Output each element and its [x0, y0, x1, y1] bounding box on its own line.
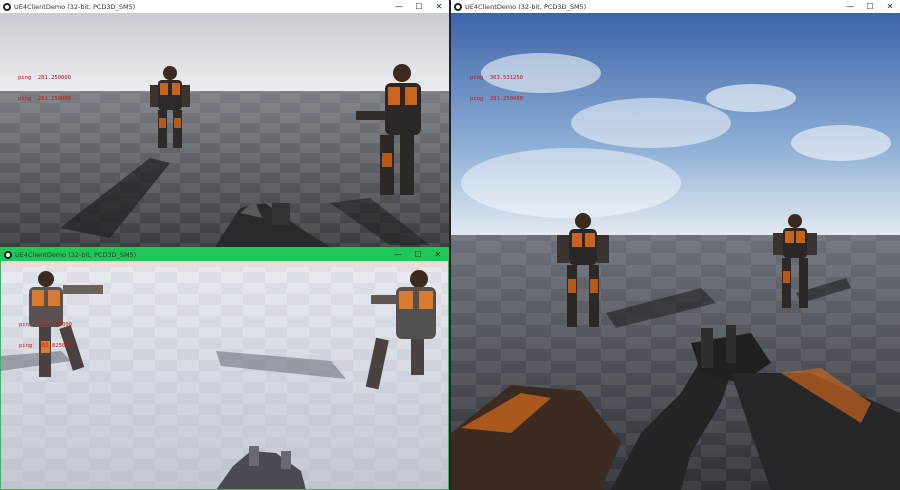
minimize-button[interactable]: — [389, 0, 409, 13]
ping-line: ping 281.250000 [18, 75, 71, 81]
game-viewport[interactable]: ping 281.250000 ping 281.250000 [0, 13, 449, 247]
game-window-top-left[interactable]: UE4ClientDemo (32-bit, PCD3D_SM5) — ☐ ✕ [0, 0, 449, 247]
ping-line: ping 281.150000 [19, 322, 72, 328]
titlebar[interactable]: UE4ClientDemo (32-bit, PCD3D_SM5) — ☐ ✕ [0, 0, 449, 13]
window-divider [449, 0, 451, 490]
game-viewport[interactable]: ping 281.150000 ping 265.825000 [1, 261, 448, 489]
window-title: UE4ClientDemo (32-bit, PCD3D_SM5) [14, 2, 136, 11]
scene-render [0, 13, 449, 247]
close-button[interactable]: ✕ [880, 0, 900, 13]
ping-line: ping 281.250000 [470, 96, 523, 102]
ping-overlay: ping 281.250000 ping 281.250000 [18, 61, 71, 117]
close-button[interactable]: ✕ [428, 248, 448, 261]
window-title: UE4ClientDemo (32-bit, PCD3D_SM5) [15, 250, 137, 259]
window-title: UE4ClientDemo (32-bit, PCD3D_SM5) [465, 2, 587, 11]
scene-render [1, 261, 448, 489]
unreal-logo-icon [454, 2, 462, 11]
game-viewport[interactable]: ping 303.531250 ping 281.250000 [451, 13, 900, 490]
ping-line: ping 265.825000 [19, 343, 72, 349]
game-window-right[interactable]: UE4ClientDemo (32-bit, PCD3D_SM5) — ☐ ✕ [451, 0, 900, 490]
unreal-logo-icon [3, 2, 11, 11]
titlebar[interactable]: UE4ClientDemo (32-bit, PCD3D_SM5) — ☐ ✕ [1, 248, 448, 261]
maximize-button[interactable]: ☐ [409, 0, 429, 13]
minimize-button[interactable]: — [388, 248, 408, 261]
ping-line: ping 281.250000 [18, 96, 71, 102]
unreal-logo-icon [4, 250, 12, 259]
maximize-button[interactable]: ☐ [408, 248, 428, 261]
minimize-button[interactable]: — [840, 0, 860, 13]
ping-line: ping 303.531250 [470, 75, 523, 81]
close-button[interactable]: ✕ [429, 0, 449, 13]
titlebar[interactable]: UE4ClientDemo (32-bit, PCD3D_SM5) — ☐ ✕ [451, 0, 900, 13]
ping-overlay: ping 303.531250 ping 281.250000 [470, 61, 523, 117]
ping-overlay: ping 281.150000 ping 265.825000 [19, 308, 72, 364]
game-window-bottom-left[interactable]: UE4ClientDemo (32-bit, PCD3D_SM5) — ☐ ✕ [0, 247, 449, 490]
maximize-button[interactable]: ☐ [860, 0, 880, 13]
